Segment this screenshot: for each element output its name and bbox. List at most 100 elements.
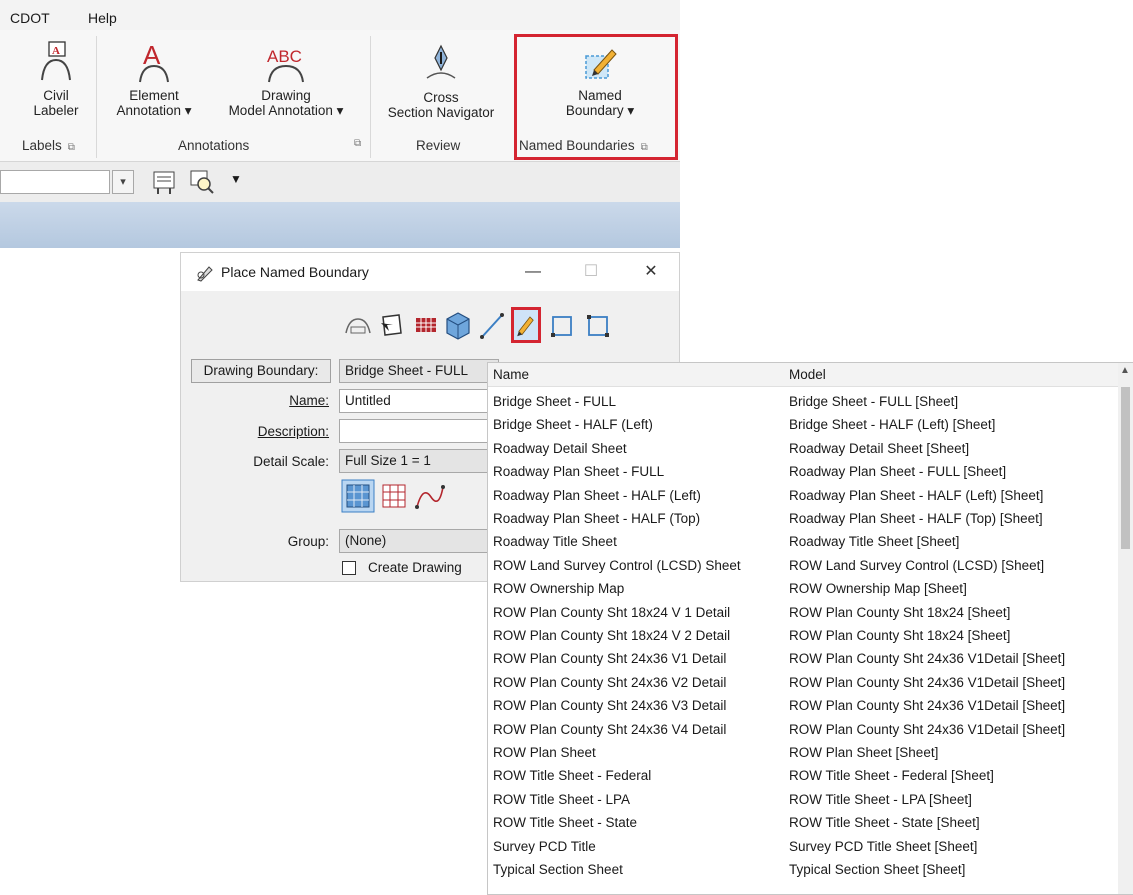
named-boundary-tool-icon [197,266,213,282]
rectangle-corners-icon[interactable] [583,307,613,343]
list-item-name: ROW Plan County Sht 24x36 V2 Detail [493,674,727,690]
list-item[interactable]: Roadway Plan Sheet - FULL Roadway Plan Sh… [488,461,1118,484]
list-item-model: Roadway Plan Sheet - HALF (Left) [Sheet] [789,487,1044,503]
list-item-name: ROW Title Sheet - State [493,815,638,831]
list-item[interactable]: ROW Title Sheet - State ROW Title Sheet -… [488,812,1118,835]
name-field[interactable]: Untitled [339,389,499,413]
dialog-title: Place Named Boundary [221,264,369,280]
description-field[interactable] [339,419,499,443]
chevron-down-icon[interactable]: ▾ [112,170,134,194]
list-item-name: ROW Land Survey Control (LCSD) Sheet [493,557,741,573]
name-label: Name: [221,393,329,408]
named-boundaries-highlight [514,34,678,160]
drawing-model-annotation-button[interactable]: ABC Drawing Model Annotation ▾ [212,40,360,118]
list-item[interactable]: Roadway Plan Sheet - HALF (Left) Roadway … [488,485,1118,508]
list-item[interactable]: ROW Plan Sheet ROW Plan Sheet [Sheet] [488,742,1118,765]
curve-icon[interactable] [413,479,447,513]
list-item-model: ROW Plan County Sht 18x24 [Sheet] [789,604,1011,620]
pencil-icon[interactable] [511,307,541,343]
group-select[interactable]: (None) [339,529,499,553]
vertical-scrollbar[interactable]: ▲ [1118,363,1133,894]
list-item-model: Survey PCD Title Sheet [Sheet] [789,838,978,854]
grid-red-icon[interactable] [377,479,411,513]
element-annotation-button[interactable]: A Element Annotation ▾ [104,40,204,118]
list-item-model: Bridge Sheet - HALF (Left) [Sheet] [789,417,996,433]
list-item-name: Roadway Title Sheet [493,534,617,550]
create-drawing-checkbox[interactable] [342,561,356,575]
drawing-model-annotation-icon: ABC [267,47,304,83]
dialog-launcher-icon[interactable]: ⧉ [68,142,75,153]
caret-down-icon[interactable]: ▼ [230,172,242,186]
list-item[interactable]: Roadway Detail Sheet Roadway Detail Sheet… [488,438,1118,461]
list-item-name: Roadway Plan Sheet - HALF (Left) [493,487,701,503]
name-label-text: Name: [289,393,329,408]
line-icon[interactable] [477,307,507,343]
civil-labeler-button[interactable]: A Civil Labeler [22,40,90,118]
list-item-name: Roadway Detail Sheet [493,440,627,456]
rectangle-icon[interactable] [547,307,577,343]
maximize-button[interactable]: ☐ [569,259,613,285]
list-item-model: ROW Land Survey Control (LCSD) [Sheet] [789,557,1045,573]
list-item-model: ROW Plan County Sht 18x24 [Sheet] [789,628,1011,643]
cube-icon[interactable] [443,307,473,343]
list-item[interactable]: Roadway Title Sheet Roadway Title Sheet [… [488,531,1118,554]
dialog-launcher-icon[interactable]: ⧉ [354,138,361,149]
list-item[interactable]: ROW Ownership Map ROW Ownership Map [Shee… [488,578,1118,601]
list-item[interactable]: ROW Plan County Sht 24x36 V4 Detail ROW P… [488,719,1118,742]
drawing-model-annotation-label: Drawing Model Annotation ▾ [228,88,344,118]
svg-text:ABC: ABC [267,47,302,66]
list-item[interactable]: ROW Plan County Sht 24x36 V3 Detail ROW P… [488,695,1118,718]
list-header: Name Model [488,363,1118,387]
list-item[interactable]: Typical Section Sheet Typical Section She… [488,859,1118,882]
search-icon[interactable] [188,168,216,196]
detail-scale-select[interactable]: Full Size 1 = 1 [339,449,499,473]
list-item[interactable]: Roadway Plan Sheet - HALF (Top) Roadway P… [488,508,1118,531]
select-icon[interactable] [377,307,407,343]
list-item[interactable]: ROW Land Survey Control (LCSD) Sheet ROW … [488,555,1118,578]
minimize-button[interactable]: — [511,259,555,285]
group-separator [370,36,371,158]
list-item[interactable]: Survey PCD Title Survey PCD Title Sheet [… [488,836,1118,859]
list-item[interactable]: Bridge Sheet - HALF (Left) Bridge Sheet -… [488,414,1118,437]
group-separator [96,36,97,158]
list-item-name: ROW Plan County Sht 24x36 V3 Detail [493,698,727,714]
toolbar-combo[interactable] [0,170,110,194]
close-button[interactable]: ✕ [629,259,673,285]
civil-template-icon[interactable] [343,307,373,343]
list-item[interactable]: ROW Title Sheet - Federal ROW Title Sheet… [488,765,1118,788]
list-item[interactable]: ROW Plan County Sht 24x36 V1 Detail ROW P… [488,648,1118,671]
list-item-model: Roadway Detail Sheet [Sheet] [789,440,970,456]
civil-labeler-label: Civil Labeler [33,88,79,118]
menu-help[interactable]: Help [88,10,117,26]
create-drawing-label: Create Drawing [368,560,462,575]
list-item[interactable]: ROW Title Sheet - LPA ROW Title Sheet - L… [488,789,1118,812]
column-header-model[interactable]: Model [789,367,826,382]
grid-blue-icon[interactable] [341,479,375,513]
drawing-boundary-select[interactable]: Bridge Sheet - FULL [339,359,499,383]
list-item-name: Bridge Sheet - HALF (Left) [493,417,653,433]
ribbon: A Civil Labeler A Element Annotation ▾ A… [0,30,680,162]
list-item-name: ROW Title Sheet - LPA [493,791,631,807]
list-item-model: ROW Ownership Map [Sheet] [789,581,967,597]
cross-section-navigator-button[interactable]: Cross Section Navigator [376,42,506,120]
list-item[interactable]: ROW Plan County Sht 18x24 V 2 Detail ROW … [488,625,1118,648]
list-item-name: ROW Plan County Sht 18x24 V 2 Detail [493,628,731,643]
grid-icon[interactable] [411,307,441,343]
group-label-labels: Labels ⧉ [22,138,75,153]
detail-scale-label: Detail Scale: [253,454,329,469]
list-item-model: ROW Plan County Sht 24x36 V1Detail [Shee… [789,721,1066,737]
group-label-review: Review [416,138,460,153]
menu-cdot[interactable]: CDOT [10,10,50,26]
group-label-annotations: Annotations [178,138,249,153]
list-item-model: Roadway Plan Sheet - FULL [Sheet] [789,464,1007,480]
list-item-model: ROW Plan Sheet [Sheet] [789,745,939,760]
list-settings-icon[interactable] [150,168,178,196]
drawing-boundary-dropdown: Name Model Bridge Sheet - FULL Bridge She… [487,362,1133,895]
list-item[interactable]: ROW Plan County Sht 18x24 V 1 Detail ROW … [488,602,1118,625]
scrollbar-thumb[interactable] [1121,387,1130,549]
list-item-name: ROW Plan Sheet [493,745,596,760]
column-header-name[interactable]: Name [493,367,529,382]
scroll-up-icon[interactable]: ▲ [1120,365,1130,376]
list-item[interactable]: ROW Plan County Sht 24x36 V2 Detail ROW P… [488,672,1118,695]
list-item[interactable]: Bridge Sheet - FULL Bridge Sheet - FULL [… [488,391,1118,414]
